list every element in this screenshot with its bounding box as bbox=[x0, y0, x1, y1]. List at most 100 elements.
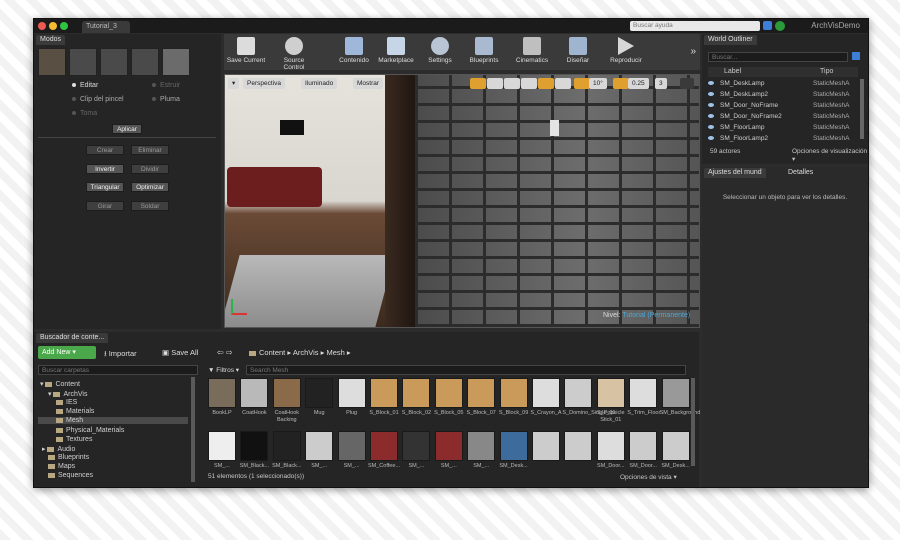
import-button[interactable]: ⭳ Importar bbox=[104, 348, 137, 361]
outliner-scrollbar[interactable] bbox=[860, 79, 864, 139]
source-control-button[interactable]: Source Control bbox=[274, 36, 314, 71]
rotation-snap-icon[interactable] bbox=[574, 78, 590, 89]
tree-item-blueprints[interactable]: Blueprints bbox=[48, 454, 89, 461]
asset-thumbnail[interactable] bbox=[305, 378, 334, 408]
details-tab[interactable]: Detalles bbox=[784, 168, 818, 178]
asset-thumbnail[interactable] bbox=[596, 378, 625, 408]
asset-thumbnail[interactable] bbox=[532, 378, 560, 408]
visibility-icon[interactable] bbox=[708, 114, 714, 118]
scale-tool-icon[interactable] bbox=[504, 78, 520, 89]
radio-flip[interactable]: Toma bbox=[72, 110, 97, 117]
col-label[interactable]: Label bbox=[724, 68, 741, 75]
chat-icon[interactable] bbox=[763, 21, 772, 30]
rotate-tool-icon[interactable] bbox=[487, 78, 503, 89]
play-button[interactable]: Reproducir bbox=[606, 36, 646, 69]
save-all-button[interactable]: ▣ Save All bbox=[162, 348, 198, 357]
asset-thumbnail[interactable] bbox=[467, 431, 496, 461]
build-button[interactable]: Diseñar bbox=[558, 36, 598, 69]
tree-item-mesh[interactable]: Mesh bbox=[38, 417, 188, 424]
tree-item-sequences[interactable]: Sequences bbox=[48, 472, 93, 479]
settings-button[interactable]: Settings bbox=[420, 36, 460, 69]
asset-thumbnail[interactable] bbox=[564, 378, 593, 408]
save-current-button[interactable]: Save Current bbox=[226, 36, 266, 69]
grid-size-value[interactable] bbox=[555, 78, 571, 89]
place-mode-icon[interactable] bbox=[38, 48, 66, 76]
apply-button[interactable]: Aplicar bbox=[112, 124, 142, 134]
filters-button[interactable]: ▼ Filtros ▾ bbox=[208, 366, 239, 374]
overflow-chevron-icon[interactable]: » bbox=[690, 46, 696, 57]
radio-extrude[interactable]: Estruir bbox=[152, 82, 180, 89]
scale-snap-icon[interactable] bbox=[613, 78, 629, 89]
asset-thumbnail[interactable] bbox=[499, 431, 528, 461]
content-browser-tab[interactable]: Buscador de conte... bbox=[36, 333, 109, 343]
asset-thumbnail[interactable] bbox=[629, 431, 658, 461]
level-viewport[interactable]: ▾ Perspectiva Iluminado Mostrar 10° 0.25… bbox=[224, 74, 700, 328]
outliner-options-icon[interactable] bbox=[852, 52, 860, 60]
asset-scrollbar[interactable] bbox=[691, 378, 695, 466]
blueprints-button[interactable]: Blueprints bbox=[464, 36, 504, 69]
col-type[interactable]: Tipo bbox=[820, 68, 833, 75]
maximize-window-button[interactable] bbox=[60, 22, 68, 30]
asset-thumbnail[interactable] bbox=[370, 378, 398, 408]
visibility-icon[interactable] bbox=[708, 81, 714, 85]
visibility-icon[interactable] bbox=[708, 136, 714, 140]
split-button[interactable]: Dividir bbox=[131, 164, 169, 174]
create-button[interactable]: Crear bbox=[86, 145, 124, 155]
world-settings-tab[interactable]: Ajustes del mund bbox=[704, 168, 766, 178]
turn-button[interactable]: Girar bbox=[86, 201, 124, 211]
tree-scrollbar[interactable] bbox=[191, 377, 195, 482]
radio-brush-clip[interactable]: Clip del pincel bbox=[72, 96, 124, 103]
optimize-button[interactable]: Optimizar bbox=[131, 182, 169, 192]
asset-thumbnail[interactable] bbox=[661, 431, 690, 461]
asset-thumbnail[interactable] bbox=[272, 378, 301, 408]
asset-thumbnail[interactable] bbox=[208, 378, 236, 408]
level-tab[interactable]: Tutorial_3 bbox=[82, 21, 130, 33]
asset-thumbnail[interactable] bbox=[402, 378, 431, 408]
cinematics-button[interactable]: Cinematics bbox=[512, 36, 552, 69]
outliner-row[interactable]: SM_FloorLamp2 StaticMeshA bbox=[708, 134, 858, 144]
minimize-window-button[interactable] bbox=[49, 22, 57, 30]
weld-button[interactable]: Soldar bbox=[131, 201, 169, 211]
add-new-button[interactable]: Add New ▾ bbox=[38, 346, 96, 359]
asset-thumbnail[interactable] bbox=[337, 378, 366, 408]
asset-thumbnail[interactable] bbox=[240, 378, 269, 408]
asset-thumbnail[interactable] bbox=[272, 431, 301, 461]
tree-item-audio[interactable]: ▸ Audio bbox=[42, 445, 75, 453]
breadcrumb-content[interactable]: Content bbox=[259, 348, 285, 357]
outliner-search-input[interactable]: Buscar... bbox=[708, 52, 848, 62]
asset-thumbnail[interactable] bbox=[661, 378, 690, 408]
landscape-mode-icon[interactable] bbox=[100, 48, 128, 76]
delete-button[interactable]: Eliminar bbox=[131, 145, 169, 155]
content-button[interactable]: Contenido bbox=[334, 36, 374, 69]
asset-thumbnail[interactable] bbox=[305, 431, 334, 461]
triangulate-button[interactable]: Triangular bbox=[86, 182, 124, 192]
asset-thumbnail[interactable] bbox=[564, 431, 593, 461]
help-search-input[interactable]: Buscar ayuda bbox=[630, 21, 760, 31]
geometry-mode-icon[interactable] bbox=[162, 48, 190, 76]
asset-thumbnail[interactable] bbox=[434, 431, 463, 461]
paint-mode-icon[interactable] bbox=[69, 48, 97, 76]
tree-item-maps[interactable]: Maps bbox=[48, 463, 75, 470]
close-window-button[interactable] bbox=[38, 22, 46, 30]
asset-thumbnail[interactable] bbox=[532, 431, 560, 461]
asset-thumbnail[interactable] bbox=[240, 431, 269, 461]
show-button[interactable]: Mostrar bbox=[353, 78, 384, 89]
outliner-row[interactable]: SM_DeskLamp2 StaticMeshA bbox=[708, 90, 858, 100]
perspective-button[interactable]: Perspectiva bbox=[243, 78, 285, 89]
rotation-snap-value[interactable]: 10° bbox=[589, 78, 607, 89]
maximize-viewport-icon[interactable] bbox=[680, 78, 694, 89]
camera-speed-value[interactable]: 3 bbox=[655, 78, 667, 89]
back-forward-arrows-icon[interactable]: ⇦ ⇨ bbox=[217, 348, 233, 357]
asset-thumbnail[interactable] bbox=[467, 378, 496, 408]
tree-item-physical-materials[interactable]: Physical_Materials bbox=[56, 427, 124, 434]
tree-item-textures[interactable]: Textures bbox=[56, 436, 92, 443]
marketplace-button[interactable]: Marketplace bbox=[376, 36, 416, 69]
tree-item-ies[interactable]: IES bbox=[56, 399, 77, 406]
radio-pen[interactable]: Pluma bbox=[152, 96, 180, 103]
radio-edit[interactable]: Editar bbox=[72, 82, 98, 89]
tree-item-content[interactable]: ▾ Content bbox=[40, 380, 80, 388]
asset-thumbnail[interactable] bbox=[596, 431, 625, 461]
outliner-row[interactable]: SM_FloorLamp StaticMeshA bbox=[708, 123, 858, 133]
viewport-menu-button[interactable]: ▾ bbox=[228, 78, 240, 89]
view-options-button[interactable]: Opciones de vista ▾ bbox=[620, 473, 677, 481]
